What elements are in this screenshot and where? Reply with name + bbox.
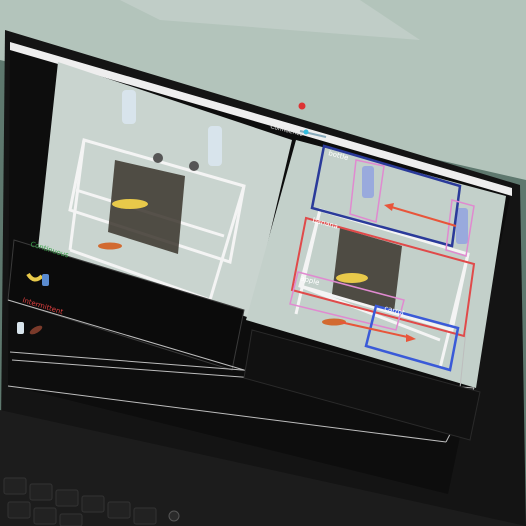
left-bottle-2 bbox=[208, 126, 222, 166]
power-button-icon bbox=[168, 510, 180, 522]
left-bottle-1 bbox=[122, 90, 136, 124]
right-banana bbox=[336, 273, 368, 283]
left-apple-2 bbox=[189, 161, 199, 171]
webcam-icon bbox=[298, 102, 306, 110]
laptop-photo: Confidence bottle banana apple carrot Co… bbox=[0, 0, 526, 526]
photo-scene: Confidence bottle banana apple carrot Co… bbox=[0, 0, 526, 526]
right-bottle-2 bbox=[456, 208, 468, 244]
slider-handle[interactable] bbox=[303, 129, 309, 135]
left-banana bbox=[112, 199, 148, 209]
right-bottle-1 bbox=[362, 166, 374, 198]
left-carrot bbox=[98, 242, 122, 250]
left-apple bbox=[153, 153, 163, 163]
bottle-icon-2 bbox=[17, 322, 24, 334]
bottle-icon bbox=[42, 274, 49, 286]
